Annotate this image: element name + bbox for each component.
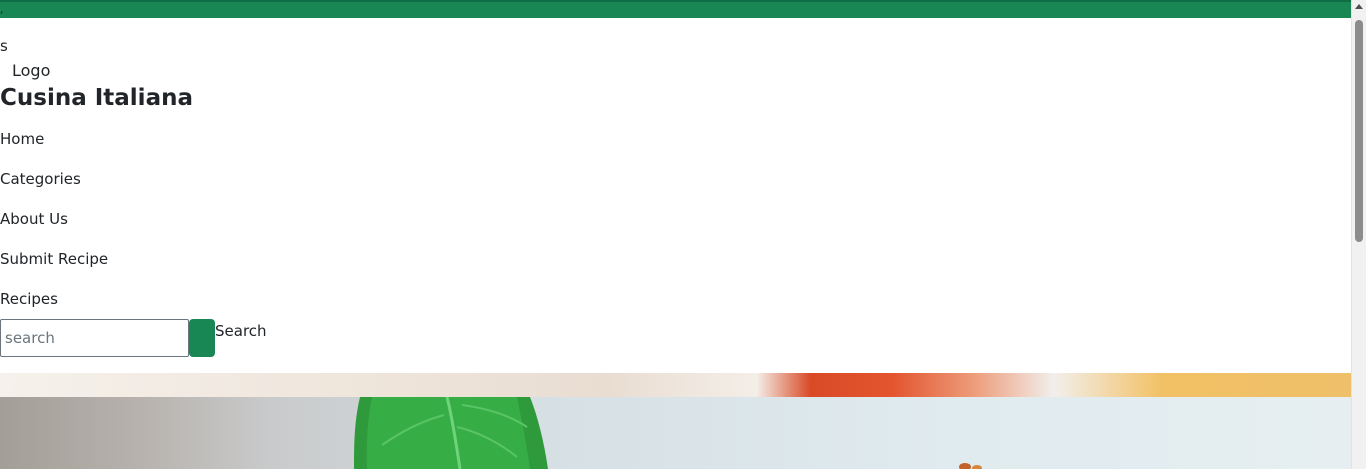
hero-image — [0, 397, 1351, 469]
scrollbar-thumb[interactable] — [1355, 20, 1363, 242]
basil-leaf-image — [354, 397, 548, 469]
top-accent-bar: , — [0, 0, 1351, 18]
pasta-garnish-image — [959, 463, 982, 469]
logo-image-alt-text[interactable]: Logo — [12, 61, 50, 81]
scroll-up-arrow-icon[interactable] — [1355, 4, 1363, 9]
nav-link-submit-recipe[interactable]: Submit Recipe — [0, 249, 108, 269]
site-title: Cusina Italiana — [0, 85, 193, 111]
vertical-scrollbar[interactable] — [1351, 0, 1366, 469]
search-button[interactable] — [189, 319, 215, 357]
hero-image-top-strip — [0, 373, 1351, 397]
search-input[interactable] — [0, 319, 189, 357]
nav-link-about-us[interactable]: About Us — [0, 209, 68, 229]
stray-text: s — [0, 37, 8, 55]
nav-link-categories[interactable]: Categories — [0, 169, 81, 189]
search-button-label[interactable]: Search — [215, 321, 267, 341]
nav-link-home[interactable]: Home — [0, 129, 44, 149]
topbar-stray-character: , — [0, 3, 4, 16]
nav-link-recipes[interactable]: Recipes — [0, 289, 58, 309]
